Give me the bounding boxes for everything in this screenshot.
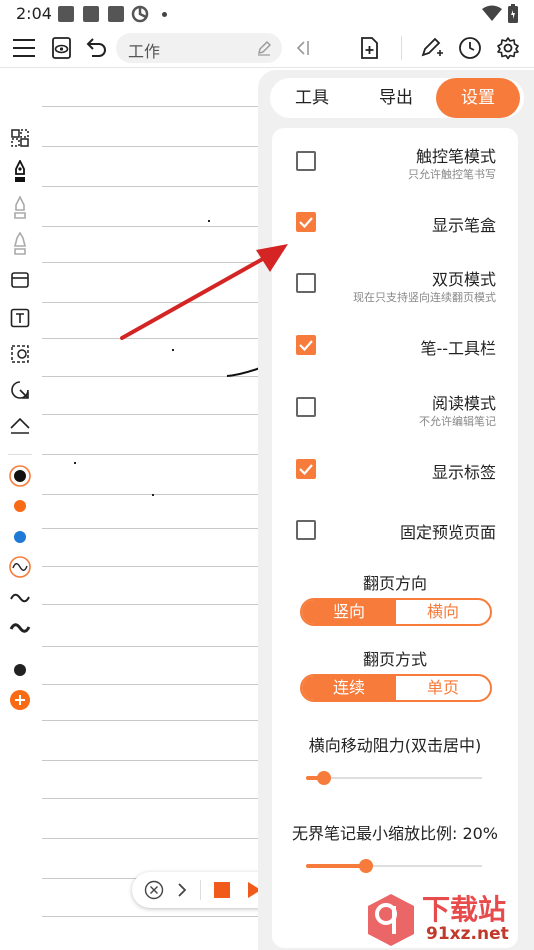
- tab-export[interactable]: 导出: [354, 78, 438, 118]
- option-sub-label: 现在只支持竖向连续翻页模式: [353, 291, 496, 304]
- stroke-width-medium[interactable]: [8, 586, 32, 610]
- tab-settings[interactable]: 设置: [436, 78, 520, 118]
- battery-icon: [508, 4, 518, 23]
- option-label: 显示标签: [431, 463, 496, 482]
- pen-plus-icon[interactable]: [418, 34, 446, 62]
- close-circle-icon[interactable]: [144, 880, 164, 900]
- checkbox-stylus-mode[interactable]: [296, 151, 316, 171]
- checkbox-show-pen-box[interactable]: [296, 212, 316, 232]
- page-mode-continuous[interactable]: 连续: [302, 676, 396, 700]
- lasso-icon[interactable]: [8, 342, 32, 366]
- option-reading-mode[interactable]: 阅读模式 不允许编辑笔记: [272, 378, 518, 438]
- add-color-icon[interactable]: [8, 688, 32, 712]
- notification-icon: [83, 6, 99, 22]
- marker-icon[interactable]: [8, 232, 32, 256]
- page-direction-horizontal[interactable]: 横向: [396, 600, 490, 624]
- option-sub-label: 只允许触控笔书写: [408, 168, 496, 181]
- left-divider: [8, 454, 32, 455]
- note-title-field[interactable]: 工作: [116, 33, 282, 63]
- status-bar: 2:04: [0, 0, 534, 28]
- clock-icon[interactable]: [456, 34, 484, 62]
- horizontal-drag-slider[interactable]: [306, 768, 482, 788]
- text-box-icon[interactable]: [8, 306, 32, 330]
- color-black-selected[interactable]: [8, 464, 32, 488]
- fountain-pen-icon[interactable]: [8, 160, 32, 184]
- min-zoom-title: 无界笔记最小缩放比例: 20%: [291, 824, 499, 843]
- sync-icon: [131, 5, 149, 23]
- option-double-page[interactable]: 双页模式 现在只支持竖向连续翻页模式: [272, 254, 518, 314]
- left-tool-column: [0, 70, 40, 950]
- option-show-tags[interactable]: 显示标签: [272, 440, 518, 500]
- stroke-width-thick[interactable]: [8, 616, 32, 640]
- undo-icon[interactable]: [82, 34, 110, 62]
- edit-pencil-icon[interactable]: [256, 40, 272, 56]
- option-show-pen-box[interactable]: 显示笔盒: [272, 192, 518, 252]
- page-mode-toggle: 连续 单页: [300, 674, 492, 702]
- settings-card: 触控笔模式 只允许触控笔书写 显示笔盒 双页模式 现在只支持竖向连续翻页模式 笔…: [272, 128, 518, 948]
- page-direction-toggle: 竖向 横向: [300, 598, 492, 626]
- color-orange[interactable]: [8, 494, 32, 518]
- option-stylus-mode[interactable]: 触控笔模式 只允许触控笔书写: [272, 130, 518, 190]
- menu-icon[interactable]: [10, 34, 38, 62]
- collapse-left-icon[interactable]: [288, 34, 316, 62]
- option-pen-toolbar[interactable]: 笔--工具栏: [272, 316, 518, 376]
- toolbar-divider: [401, 36, 402, 60]
- option-fixed-preview[interactable]: 固定预览页面: [272, 500, 518, 560]
- color-blue[interactable]: [8, 525, 32, 549]
- checkbox-double-page[interactable]: [296, 273, 316, 293]
- stop-icon[interactable]: [214, 882, 230, 898]
- pencil-icon[interactable]: [8, 196, 32, 220]
- option-label: 双页模式: [431, 270, 496, 289]
- checkbox-reading-mode[interactable]: [296, 397, 316, 417]
- ruler-icon[interactable]: [8, 414, 32, 438]
- checkbox-pen-toolbar[interactable]: [296, 335, 316, 355]
- color-dark[interactable]: [8, 658, 32, 682]
- horizontal-drag-title: 横向移动阻力(双击居中): [308, 736, 482, 755]
- option-label: 触控笔模式: [415, 147, 496, 166]
- option-sub-label: 不允许编辑笔记: [419, 415, 496, 428]
- panel-tabs: 工具 导出 设置: [270, 78, 524, 118]
- chevron-right-icon[interactable]: [176, 882, 188, 898]
- option-label: 显示笔盒: [431, 216, 496, 235]
- watermark-url: 91xz.net: [426, 924, 509, 944]
- shape-icon[interactable]: [8, 378, 32, 402]
- stroke-width-thin-selected[interactable]: [8, 555, 32, 579]
- watermark-text: 下载站: [422, 893, 507, 926]
- notification-icon: [58, 6, 74, 22]
- notification-icon: [108, 6, 124, 22]
- watermark-logo: 下载站 91xz.net: [360, 888, 534, 950]
- gear-icon[interactable]: [494, 34, 522, 62]
- slider-thumb[interactable]: [316, 771, 331, 785]
- checkbox-fixed-preview[interactable]: [296, 520, 316, 540]
- eraser-icon[interactable]: [8, 268, 32, 292]
- tab-tools[interactable]: 工具: [270, 78, 354, 118]
- page-mode-single[interactable]: 单页: [396, 676, 490, 700]
- page-mode-title: 翻页方式: [362, 650, 427, 669]
- page-direction-vertical[interactable]: 竖向: [302, 600, 396, 624]
- min-zoom-slider[interactable]: [306, 856, 482, 876]
- add-page-icon[interactable]: [355, 34, 383, 62]
- ink-stroke: [226, 367, 261, 377]
- top-toolbar: 工作: [0, 28, 534, 68]
- page-direction-title: 翻页方向: [362, 574, 427, 593]
- settings-panel: 工具 导出 设置 触控笔模式 只允许触控笔书写 显示笔盒 双页模式 现在只支持竖…: [258, 70, 534, 950]
- checkbox-show-tags[interactable]: [296, 459, 316, 479]
- option-label: 笔--工具栏: [420, 339, 496, 358]
- wifi-icon: [482, 5, 502, 21]
- note-title-text: 工作: [128, 42, 161, 61]
- annotation-arrow: [120, 244, 288, 340]
- slider-thumb[interactable]: [358, 859, 373, 873]
- option-label: 阅读模式: [431, 394, 496, 413]
- select-icon[interactable]: [8, 126, 32, 150]
- option-label: 固定预览页面: [399, 523, 496, 542]
- watermark-badge-icon: [368, 894, 414, 946]
- status-dot: [162, 12, 167, 17]
- preview-eye-icon[interactable]: [48, 34, 76, 62]
- status-time: 2:04: [16, 4, 52, 23]
- slider-fill: [306, 864, 366, 868]
